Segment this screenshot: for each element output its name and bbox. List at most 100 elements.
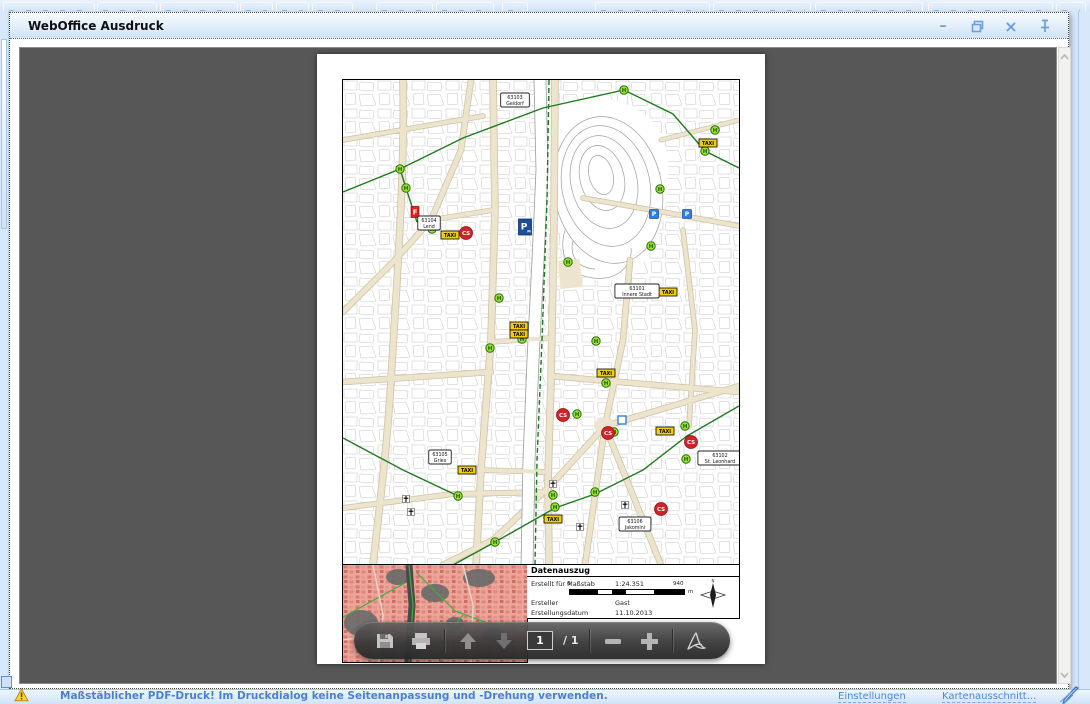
svg-text:TAXI: TAXI: [513, 324, 525, 330]
scalebar-end: 940: [673, 581, 684, 587]
svg-text:TAXI: TAXI: [702, 141, 714, 147]
datenauszug-title: Datenauszug: [527, 565, 739, 577]
save-button[interactable]: [372, 628, 398, 654]
window-controls: – ×: [934, 13, 1054, 39]
next-page-button[interactable]: [491, 628, 517, 654]
previous-page-button[interactable]: [455, 628, 481, 654]
datenauszug-box: Datenauszug Erstellt für Maßstab 1:24.35…: [527, 564, 740, 619]
background-toolbar-group[interactable]: [1056, 2, 1086, 11]
pin-icon: [1039, 19, 1051, 33]
svg-text:H: H: [703, 149, 708, 155]
background-toolbar-group[interactable]: [502, 2, 528, 11]
svg-text:TAXI: TAXI: [444, 233, 456, 239]
svg-text:H: H: [604, 381, 609, 387]
pdf-viewport: HHHHHHHHHHHHHHHHHHHHHHHTAXITAXITAXITAXIT…: [19, 47, 1057, 684]
svg-text:63106: 63106: [627, 519, 642, 525]
svg-text:H: H: [398, 167, 403, 173]
background-right-panel: [1072, 11, 1090, 689]
svg-text:H: H: [622, 88, 627, 94]
dialog-scrollbar[interactable]: [1058, 47, 1071, 684]
svg-text:H: H: [404, 186, 409, 192]
background-toolbar-group[interactable]: [595, 2, 710, 11]
settings-link[interactable]: Einstellungen: [838, 691, 906, 703]
svg-text:63101: 63101: [629, 286, 644, 292]
svg-text:H: H: [593, 490, 598, 496]
close-button[interactable]: ×: [1002, 17, 1020, 35]
chevron-up-icon: [1060, 54, 1069, 60]
parking-outline-marker: [618, 416, 626, 424]
svg-text:P: P: [652, 211, 657, 218]
dialog-titlebar[interactable]: WebOffice Ausdruck – ×: [10, 13, 1068, 39]
svg-text:Lend: Lend: [423, 224, 435, 230]
minus-icon: [602, 630, 624, 652]
svg-text:Jakomini: Jakomini: [624, 525, 645, 531]
background-toolbar-group[interactable]: [436, 2, 494, 11]
statusbar: Maßstäblicher PDF-Druck! Im Druckdialog …: [0, 689, 1090, 704]
weboffice-print-dialog: WebOffice Ausdruck – ×: [9, 12, 1069, 689]
svg-text:H: H: [575, 412, 580, 418]
svg-text:TAXI: TAXI: [662, 290, 674, 296]
svg-text:H: H: [566, 260, 571, 266]
svg-text:Gries: Gries: [434, 458, 447, 464]
background-toolbar-group[interactable]: [376, 2, 433, 11]
background-toolbar-group[interactable]: [713, 2, 811, 11]
svg-text:H: H: [684, 457, 689, 463]
chevron-down-icon: [1060, 672, 1069, 678]
zoom-out-button[interactable]: [600, 628, 626, 654]
svg-text:TAXI: TAXI: [513, 332, 525, 338]
plus-icon: [638, 630, 660, 652]
svg-text:CS: CS: [687, 440, 695, 446]
svg-text:N: N: [712, 579, 715, 584]
svg-text:63105: 63105: [432, 452, 447, 458]
pin-button[interactable]: [1036, 17, 1054, 35]
print-button[interactable]: [408, 628, 434, 654]
svg-text:H: H: [493, 540, 498, 546]
svg-text:F: F: [413, 209, 418, 217]
background-panel-edge: [1, 39, 7, 229]
row-value-creator: Gast: [615, 599, 630, 607]
svg-text:63102: 63102: [712, 453, 727, 459]
redlining-pencil-icon[interactable]: [1058, 686, 1082, 704]
restore-icon: [971, 20, 984, 33]
map-extent-link[interactable]: Kartenausschnitt...: [942, 691, 1036, 703]
minimize-button[interactable]: –: [934, 17, 952, 35]
save-icon: [375, 631, 395, 651]
page-total-label: / 1: [563, 634, 579, 647]
zoom-in-button[interactable]: [636, 628, 662, 654]
scroll-up-button[interactable]: [1059, 49, 1070, 64]
scroll-down-button[interactable]: [1059, 667, 1070, 682]
background-toolbar-group[interactable]: [312, 2, 353, 11]
svg-text:CS: CS: [604, 431, 612, 437]
svg-text:TAXI: TAXI: [659, 429, 671, 435]
background-toolbar-group[interactable]: [928, 2, 1053, 11]
svg-text:H: H: [658, 187, 663, 193]
toolbar-divider: [444, 629, 445, 653]
svg-text:H: H: [553, 505, 558, 511]
svg-text:63104: 63104: [421, 218, 436, 224]
background-left-panel: [0, 11, 9, 689]
svg-text:CS: CS: [462, 231, 470, 237]
scalebar-unit: m: [688, 589, 693, 595]
background-toolbar-group[interactable]: [240, 2, 273, 11]
svg-text:Innere Stadt: Innere Stadt: [622, 292, 652, 298]
scalebar: [569, 589, 685, 595]
pdf-floating-toolbar: / 1: [354, 622, 730, 659]
svg-text:H: H: [683, 424, 688, 430]
background-toolbar-group[interactable]: [97, 2, 157, 11]
svg-text:TAXI: TAXI: [600, 371, 612, 377]
background-corner-chip: [1, 676, 12, 688]
background-toolbar-group[interactable]: [815, 2, 923, 11]
restore-button[interactable]: [968, 17, 986, 35]
pdf-page: HHHHHHHHHHHHHHHHHHHHHHHTAXITAXITAXITAXIT…: [317, 54, 765, 664]
dialog-title: WebOffice Ausdruck: [28, 19, 164, 33]
page-number-input[interactable]: [527, 631, 553, 650]
svg-text:H: H: [649, 244, 654, 250]
map-frame: HHHHHHHHHHHHHHHHHHHHHHHTAXITAXITAXITAXIT…: [342, 79, 740, 566]
acrobat-button[interactable]: [683, 628, 709, 654]
print-icon: [410, 631, 432, 651]
svg-text:CS: CS: [559, 413, 567, 419]
background-toolbar-group[interactable]: [276, 2, 309, 11]
row-label-creator: Ersteller: [531, 599, 558, 607]
background-toolbar-group[interactable]: [160, 2, 238, 11]
background-toolbar-group[interactable]: [3, 2, 95, 11]
